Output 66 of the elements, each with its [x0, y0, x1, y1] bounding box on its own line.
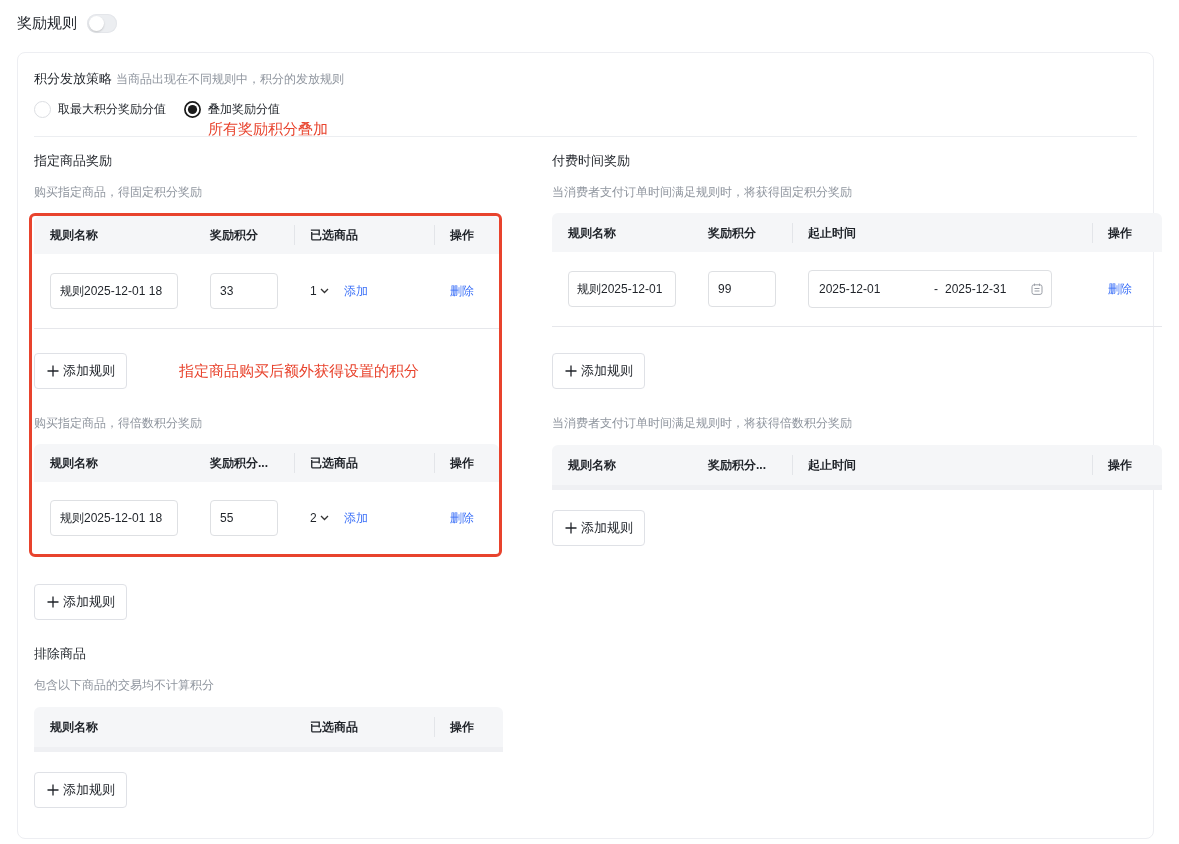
start-date-text: 2025-12-01 — [819, 282, 882, 296]
column-header: 操作 — [1092, 455, 1162, 475]
radio-option[interactable]: 叠加奖励分值 — [184, 100, 280, 118]
delete-link[interactable]: 删除 — [1108, 280, 1132, 298]
plus-icon — [47, 784, 59, 796]
plus-icon — [565, 365, 577, 377]
column-header: 规则名称 — [567, 457, 617, 474]
count-select[interactable]: 2 — [310, 511, 329, 525]
section-description: 购买指定商品，得固定积分奖励 — [34, 184, 203, 201]
add-rule-button[interactable]: 添加规则 — [552, 510, 645, 546]
count-select[interactable]: 1 — [310, 284, 329, 298]
column-header: 操作 — [434, 717, 503, 737]
strategy-label: 积分发放策略 — [34, 71, 112, 86]
column-header: 已选商品 — [294, 225, 434, 245]
rule-name-field[interactable]: 规则2025-12-01 — [568, 271, 676, 307]
plus-icon — [47, 596, 59, 608]
plus-icon — [47, 365, 59, 377]
section-title: 排除商品 — [34, 645, 87, 663]
radio-option[interactable]: 取最大积分奖励分值 — [34, 100, 166, 118]
add-rule-button[interactable]: 添加规则 — [34, 772, 127, 808]
points-field[interactable]: 33 — [210, 273, 278, 309]
rule-name-field[interactable]: 规则2025-12-01 18 — [50, 500, 178, 536]
column-header: 奖励积分... — [209, 455, 269, 472]
radio-icon[interactable] — [184, 100, 201, 118]
column-header: 奖励积分 — [707, 224, 757, 242]
column-header: 操作 — [434, 225, 499, 245]
toggle-switch[interactable] — [87, 13, 117, 33]
column-header: 起止时间 — [792, 455, 1092, 475]
section-title: 付费时间奖励 — [552, 152, 631, 170]
add-link[interactable]: 添加 — [343, 509, 368, 527]
column-header: 操作 — [1092, 222, 1162, 243]
column-header: 奖励积分... — [707, 457, 767, 474]
add-link[interactable]: 添加 — [343, 282, 368, 300]
chevron-down-icon — [319, 288, 329, 294]
column-header: 规则名称 — [49, 227, 99, 244]
rule-name-field[interactable]: 规则2025-12-01 18 — [50, 273, 178, 309]
column-header: 规则名称 — [49, 455, 99, 472]
points-field[interactable]: 99 — [708, 271, 776, 307]
add-rule-button[interactable]: 添加规则 — [34, 584, 127, 620]
column-header: 已选商品 — [309, 719, 359, 736]
section-description: 包含以下商品的交易均不计算积分 — [34, 677, 215, 694]
add-rule-button[interactable]: 添加规则 — [34, 353, 127, 389]
chevron-down-icon — [319, 515, 329, 521]
column-header: 已选商品 — [294, 453, 434, 473]
strategy-hint: 当商品出现在不同规则中，积分的发放规则 — [116, 72, 344, 86]
delete-link[interactable]: 删除 — [450, 509, 474, 527]
add-rule-button[interactable]: 添加规则 — [552, 353, 645, 389]
delete-link[interactable]: 删除 — [450, 282, 474, 300]
end-date-text: 2025-12-31 — [945, 282, 1008, 296]
range-separator: - — [933, 282, 939, 296]
column-header: 规则名称 — [49, 719, 99, 736]
section-description: 购买指定商品，得倍数积分奖励 — [34, 415, 203, 432]
section-description: 当消费者支付订单时间满足规则时，将获得固定积分奖励 — [552, 184, 853, 201]
section-description: 当消费者支付订单时间满足规则时，将获得倍数积分奖励 — [552, 415, 853, 432]
annotation-text: 指定商品购买后额外获得设置的积分 — [179, 362, 419, 380]
annotation-text: 所有奖励积分叠加 — [208, 120, 328, 138]
column-header: 起止时间 — [792, 222, 1092, 243]
section-title: 指定商品奖励 — [34, 152, 113, 170]
column-header: 操作 — [434, 453, 499, 473]
calendar-icon — [1031, 283, 1043, 295]
column-header: 规则名称 — [567, 224, 617, 242]
page-title: 奖励规则 — [17, 13, 77, 33]
plus-icon — [565, 522, 577, 534]
date-range-field[interactable]: 2025-12-01 - 2025-12-31 — [808, 270, 1052, 308]
column-header: 奖励积分 — [209, 227, 259, 244]
points-field[interactable]: 55 — [210, 500, 278, 536]
